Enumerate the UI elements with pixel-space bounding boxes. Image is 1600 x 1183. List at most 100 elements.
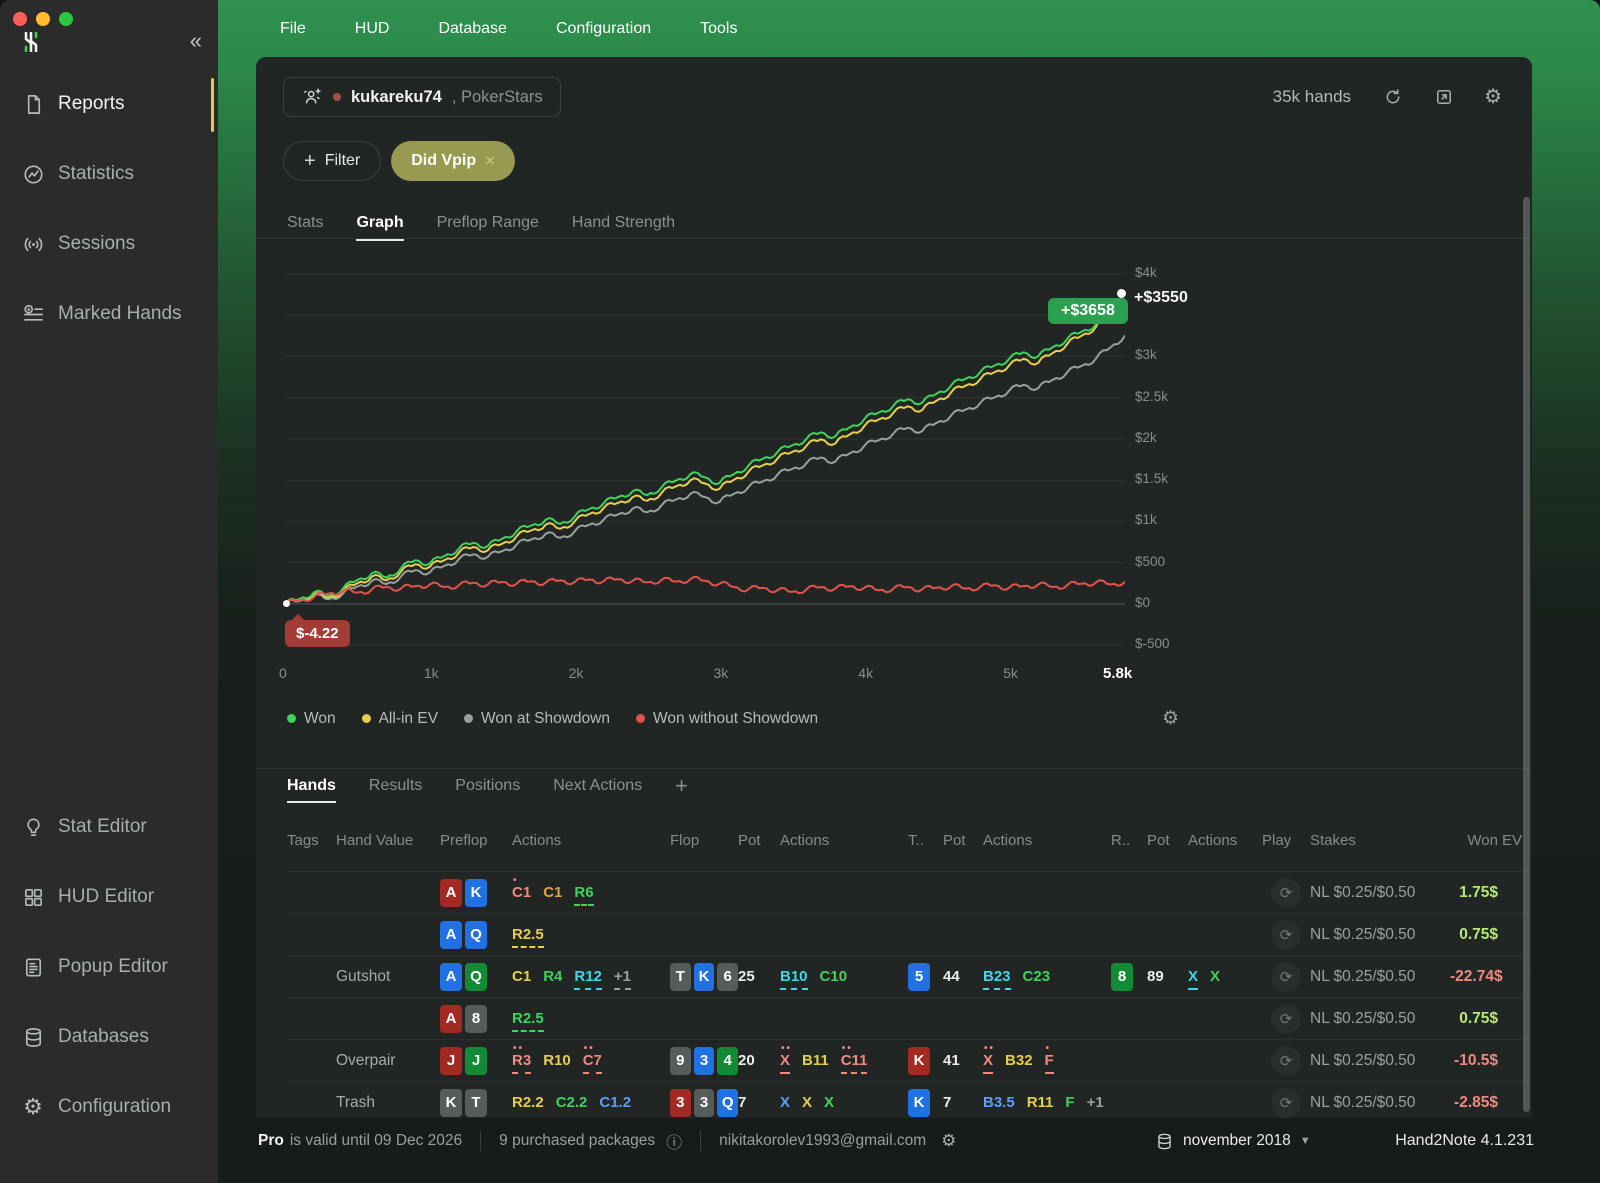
vertical-scrollbar[interactable] — [1523, 197, 1530, 1112]
database-period-selector[interactable]: november 2018 ▼ — [1155, 1132, 1311, 1151]
action-f: F — [1065, 1094, 1074, 1111]
sidebar-item-databases[interactable]: Databases — [0, 1002, 218, 1072]
replay-hand-button[interactable]: ⟳ — [1271, 920, 1301, 950]
cell-turn-pot: 7 — [943, 1094, 983, 1111]
column-header-play[interactable]: Play — [1262, 832, 1310, 849]
replay-hand-button[interactable]: ⟳ — [1271, 878, 1301, 908]
toolbar-icons: 35k hands ⚙ — [1273, 77, 1502, 117]
refresh-icon[interactable] — [1382, 86, 1404, 108]
close-icon[interactable]: × — [485, 151, 495, 171]
winnings-chart[interactable]: $4k$3k$2.5k$2k$1.5k$1k$500$0$-500 01k2k3… — [285, 255, 1295, 695]
sidebar-item-configuration[interactable]: ⚙Configuration — [0, 1072, 218, 1142]
filter-chip-did-vpip[interactable]: Did Vpip × — [391, 141, 515, 181]
tab-preflop-range[interactable]: Preflop Range — [437, 208, 539, 238]
legend-item-won[interactable]: Won — [287, 710, 336, 728]
column-header-actions[interactable]: Actions — [1188, 832, 1262, 849]
menu-item-hud[interactable]: HUD — [355, 20, 390, 38]
sidebar-item-sessions[interactable]: Sessions — [0, 209, 218, 279]
column-header-hand-value[interactable]: Hand Value — [336, 832, 440, 849]
column-header-won[interactable]: Won — [1450, 832, 1502, 849]
replay-hand-button[interactable]: ⟳ — [1271, 1088, 1301, 1118]
column-header-pot[interactable]: Pot — [1147, 832, 1188, 849]
tab-stats[interactable]: Stats — [287, 208, 323, 238]
table-header: TagsHand ValuePreflopActionsFlopPotActio… — [287, 817, 1528, 863]
legend-item-all-in-ev[interactable]: All-in EV — [362, 710, 438, 728]
info-icon[interactable]: ⓘ — [666, 1129, 682, 1153]
chart-settings-gear-icon[interactable]: ⚙ — [1162, 707, 1179, 730]
table-tab-hands[interactable]: Hands — [287, 769, 336, 803]
close-window-button[interactable] — [13, 12, 27, 26]
table-row[interactable]: AK•C1C1R6⟳NL $0.25/$0.501.75$ — [287, 871, 1528, 913]
sidebar-item-label: Popup Editor — [58, 956, 168, 978]
column-header-pot[interactable]: Pot — [943, 832, 983, 849]
table-row[interactable]: OverpairJJ••R3R10••C793420••XB11••C11K41… — [287, 1039, 1528, 1081]
menu-item-database[interactable]: Database — [438, 20, 507, 38]
column-header-tags[interactable]: Tags — [287, 832, 336, 849]
tab-graph[interactable]: Graph — [356, 208, 403, 238]
report-settings-gear-icon[interactable]: ⚙ — [1484, 87, 1502, 107]
cell-flop-pot: 20 — [738, 1052, 780, 1069]
add-tab-icon[interactable]: + — [675, 773, 688, 799]
table-row[interactable]: A8R2.5⟳NL $0.25/$0.500.75$ — [287, 997, 1528, 1039]
tabs-divider — [256, 238, 1532, 239]
card-Jh: J — [440, 1047, 462, 1075]
card-8s: 8 — [465, 1005, 487, 1033]
table-tab-results[interactable]: Results — [369, 769, 422, 803]
legend-item-won-at-showdown[interactable]: Won at Showdown — [464, 710, 610, 728]
table-row[interactable]: GutshotAQC1R4R12+1TK625B10C10544B23C2388… — [287, 955, 1528, 997]
column-header-stakes[interactable]: Stakes — [1310, 832, 1450, 849]
cell-preflop-actions: R2.5 — [512, 1010, 670, 1027]
sidebar-item-label: Marked Hands — [58, 303, 182, 325]
column-header-preflop[interactable]: Preflop — [440, 832, 512, 849]
add-filter-button[interactable]: + Filter — [283, 141, 381, 181]
menu-item-configuration[interactable]: Configuration — [556, 20, 651, 38]
column-header-actions[interactable]: Actions — [780, 832, 908, 849]
sidebar-item-statistics[interactable]: Statistics — [0, 139, 218, 209]
minimize-window-button[interactable] — [36, 12, 50, 26]
column-header-t[interactable]: T.. — [908, 832, 943, 849]
column-header-pot[interactable]: Pot — [738, 832, 780, 849]
table-row[interactable]: AQR2.5⟳NL $0.25/$0.500.75$ — [287, 913, 1528, 955]
column-header-r[interactable]: R.. — [1111, 832, 1147, 849]
table-row[interactable]: TrashKTR2.2C2.2C1.233Q7XXXK7B3.5R11F+1⟳N… — [287, 1081, 1528, 1118]
hands-count: 35k hands — [1273, 87, 1351, 107]
open-external-icon[interactable] — [1433, 86, 1455, 108]
sidebar-item-reports[interactable]: Reports — [0, 69, 218, 139]
sidebar-item-hud-editor[interactable]: HUD Editor — [0, 862, 218, 932]
chevron-down-icon: ▼ — [1300, 1135, 1311, 1147]
cell-play: ⟳ — [1262, 1046, 1310, 1076]
action-b32: B32 — [1005, 1052, 1033, 1069]
action-c7: ••C7 — [583, 1052, 602, 1074]
column-header-flop[interactable]: Flop — [670, 832, 738, 849]
hud-editor-icon — [21, 885, 45, 909]
sidebar-item-marked-hands[interactable]: Marked Hands — [0, 279, 218, 349]
replay-hand-button[interactable]: ⟳ — [1271, 962, 1301, 992]
replay-hand-button[interactable]: ⟳ — [1271, 1046, 1301, 1076]
chart-plot[interactable] — [285, 255, 1125, 655]
menu-item-tools[interactable]: Tools — [700, 20, 737, 38]
statistics-icon — [21, 162, 45, 186]
action-x: X — [1210, 968, 1220, 985]
card-Qd: Q — [465, 921, 487, 949]
legend-item-won-without-showdown[interactable]: Won without Showdown — [636, 710, 818, 728]
legend-label: Won at Showdown — [481, 710, 610, 728]
cell-stakes: NL $0.25/$0.50 — [1310, 1010, 1450, 1028]
sidebar-item-stat-editor[interactable]: Stat Editor — [0, 792, 218, 862]
action-r2-5: R2.5 — [512, 1010, 544, 1032]
action-marker-dots: • — [513, 876, 519, 886]
sidebar-item-popup-editor[interactable]: Popup Editor — [0, 932, 218, 1002]
account-gear-icon[interactable]: ⚙ — [941, 1131, 956, 1151]
action-r2-5: R2.5 — [512, 926, 544, 948]
replay-hand-button[interactable]: ⟳ — [1271, 1004, 1301, 1034]
zoom-window-button[interactable] — [59, 12, 73, 26]
column-header-actions[interactable]: Actions — [512, 832, 670, 849]
menu-item-file[interactable]: File — [280, 20, 306, 38]
table-tab-next-actions[interactable]: Next Actions — [553, 769, 642, 803]
annotation-end-label: +$3550 — [1134, 289, 1188, 307]
tab-hand-strength[interactable]: Hand Strength — [572, 208, 675, 238]
table-tab-positions[interactable]: Positions — [455, 769, 520, 803]
player-selector[interactable]: kukareku74 , PokerStars — [283, 77, 561, 117]
filter-chip-label: Did Vpip — [411, 152, 476, 170]
column-header-actions[interactable]: Actions — [983, 832, 1111, 849]
collapse-sidebar-icon[interactable]: « — [190, 28, 202, 54]
